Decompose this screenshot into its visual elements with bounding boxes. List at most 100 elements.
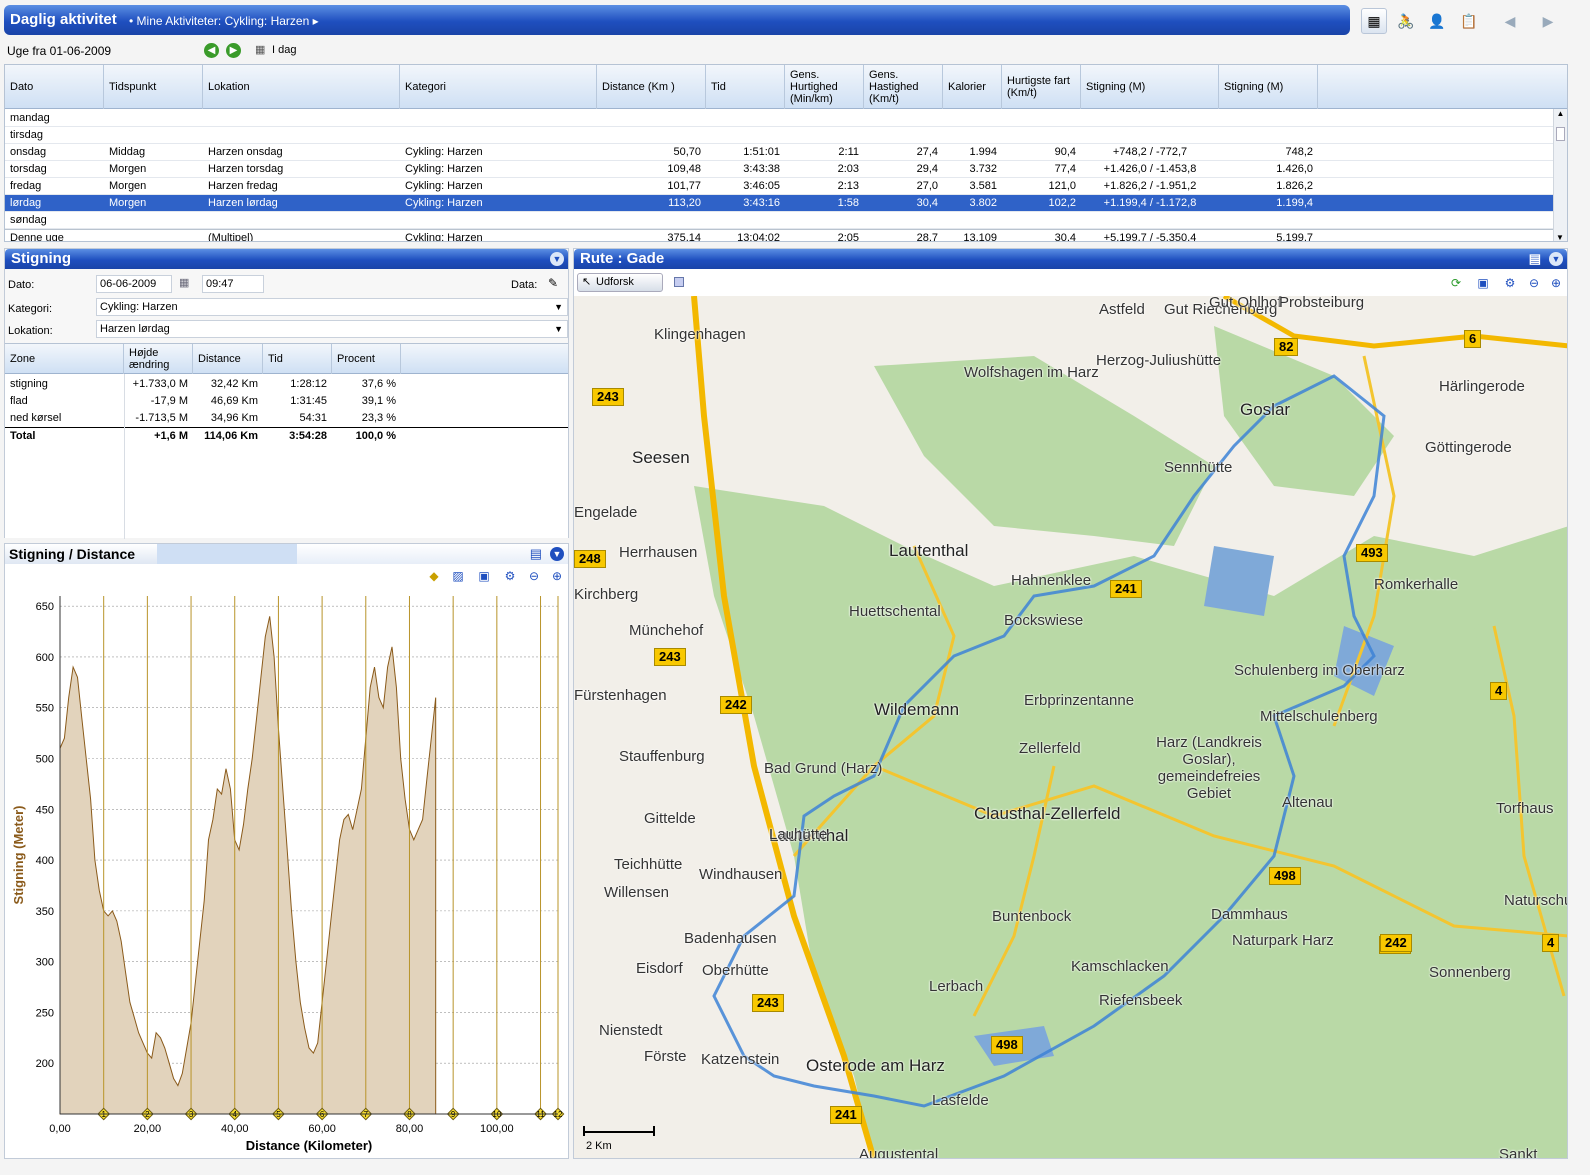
breadcrumb-text[interactable]: Mine Aktiviteter: Cykling: Harzen bbox=[137, 14, 310, 28]
elevation-chart[interactable]: 2002503003504004505005506006501234567891… bbox=[5, 588, 568, 1160]
today-calendar-icon[interactable]: ▦ bbox=[255, 43, 265, 56]
kategori-select[interactable]: Cykling: Harzen ▼ bbox=[96, 298, 568, 316]
hojde-col[interactable]: Højde ændring bbox=[124, 344, 193, 374]
cyclist-icon[interactable]: 🚴 bbox=[1393, 8, 1419, 34]
cell-stig2: 1.199,4 bbox=[1276, 197, 1313, 209]
collapse-icon[interactable]: ▼ bbox=[550, 252, 564, 266]
table-row[interactable]: lørdag Morgen Harzen lørdag Cykling: Harzen… bbox=[5, 195, 1555, 212]
chart-type-icon[interactable]: ▨ bbox=[450, 568, 466, 584]
cell-dato: onsdag bbox=[10, 146, 47, 158]
col-stigning-2[interactable]: Stigning (M) bbox=[1219, 65, 1318, 109]
col-kategori[interactable]: Kategori bbox=[400, 65, 597, 109]
edit-pencil-icon[interactable]: ✎ bbox=[548, 276, 558, 290]
settings-icon[interactable]: ⚙ bbox=[502, 568, 518, 584]
cell-fart: 77,4 bbox=[1054, 163, 1076, 175]
table-row[interactable]: Denne uge (Multipel) Cykling: Harzen 375,14… bbox=[5, 229, 1555, 242]
collapse-icon[interactable]: ▼ bbox=[1549, 252, 1563, 266]
map-label: Erbprinzentanne bbox=[1024, 692, 1135, 709]
table-row[interactable]: søndag bbox=[5, 212, 1555, 229]
col-stigning-1[interactable]: Stigning (M) bbox=[1081, 65, 1219, 109]
forward-arrow-icon[interactable]: ▶ bbox=[1535, 8, 1561, 34]
chart-tab[interactable]: Stigning / Distance bbox=[5, 544, 157, 564]
settings-icon[interactable]: ⚙ bbox=[1502, 275, 1518, 291]
zone-col[interactable]: Zone bbox=[5, 344, 124, 374]
x-tick-label: 20,00 bbox=[134, 1123, 162, 1135]
zone-cell-zone: Total bbox=[10, 430, 36, 442]
map-label: Wildemann bbox=[874, 700, 960, 719]
lokation-select[interactable]: Harzen lørdag ▼ bbox=[96, 320, 568, 338]
cell-dato: tirsdag bbox=[10, 129, 44, 141]
col-hurtigste-fart[interactable]: Hurtigste fart (Km/t) bbox=[1002, 65, 1081, 109]
col-kalorier[interactable]: Kalorier bbox=[943, 65, 1002, 109]
collapse-icon[interactable]: ▼ bbox=[550, 547, 564, 561]
dato-field[interactable]: 06-06-2009 bbox=[96, 275, 172, 293]
col-distance[interactable]: Distance (Km ) bbox=[597, 65, 706, 109]
calendar-icon[interactable]: ▦ bbox=[1361, 8, 1387, 34]
time-field[interactable]: 09:47 bbox=[202, 275, 264, 293]
col-dato[interactable]: Dato bbox=[5, 65, 104, 109]
y-tick-label: 600 bbox=[36, 652, 54, 664]
date-picker-icon[interactable]: ▦ bbox=[179, 276, 189, 289]
zoom-in-icon[interactable]: ⊕ bbox=[549, 568, 565, 584]
back-arrow-icon[interactable]: ◀ bbox=[1497, 8, 1523, 34]
route-map[interactable]: 2 Km Astfeld Gut Riechenberg Gut Ohlhof Pro… bbox=[574, 296, 1567, 1158]
zoom-out-icon[interactable]: ⊖ bbox=[526, 568, 542, 584]
scroll-thumb[interactable] bbox=[1556, 127, 1565, 141]
chart-panel: Stigning / Distance ▤ ▼ ◆ ▨ ▣ ⚙ ⊖ ⊕ 200 2… bbox=[4, 543, 569, 1159]
col-lokation[interactable]: Lokation bbox=[203, 65, 400, 109]
prev-week-icon[interactable]: ◀ bbox=[204, 43, 219, 58]
table-row[interactable]: torsdag Morgen Harzen torsdag Cykling: Harz… bbox=[5, 161, 1555, 178]
col-gens-hastighed[interactable]: Gens. Hastighed (Km/t) bbox=[864, 65, 943, 109]
zone-row[interactable]: Total +1,6 M 114,06 Km 3:54:28 100,0 % bbox=[5, 427, 568, 443]
cell-kal: 13.109 bbox=[963, 232, 997, 242]
athlete-icon[interactable]: 👤 bbox=[1424, 8, 1450, 34]
map-label: Härlingerode bbox=[1439, 378, 1525, 395]
map-label: Gut Ohlhof bbox=[1209, 296, 1282, 311]
square-icon[interactable] bbox=[674, 277, 684, 287]
breadcrumb[interactable]: • Mine Aktiviteter: Cykling: Harzen ▸ bbox=[129, 14, 319, 28]
zone-row[interactable]: stigning +1.733,0 M 32,42 Km 1:28:12 37,6 % bbox=[5, 376, 568, 392]
map-panel-title: Rute : Gade bbox=[580, 250, 665, 267]
chevron-down-icon[interactable]: ▼ bbox=[554, 321, 563, 337]
zoom-out-icon[interactable]: ⊖ bbox=[1526, 275, 1542, 291]
stigning-panel-title: Stigning bbox=[11, 250, 71, 267]
udforsk-label: Udforsk bbox=[596, 276, 634, 288]
map-label: Katzenstein bbox=[701, 1051, 780, 1068]
distance-col[interactable]: Distance bbox=[193, 344, 263, 374]
zone-row[interactable]: ned kørsel -1.713,5 M 34,96 Km 54:31 23,3 % bbox=[5, 410, 568, 426]
save-icon[interactable]: ▣ bbox=[476, 568, 492, 584]
scroll-up-icon[interactable]: ▲ bbox=[1554, 109, 1567, 121]
col-tidspunkt[interactable]: Tidspunkt bbox=[104, 65, 203, 109]
today-button[interactable]: I dag bbox=[272, 44, 296, 56]
save-icon[interactable]: ▣ bbox=[1475, 275, 1491, 291]
procent-col[interactable]: Procent bbox=[332, 344, 401, 374]
col-gens-hurtighed[interactable]: Gens. Hurtighed (Min/km) bbox=[785, 65, 864, 109]
refresh-icon[interactable]: ⟳ bbox=[1448, 275, 1464, 291]
map-label: Windhausen bbox=[699, 866, 783, 883]
udforsk-button[interactable]: ↖ Udforsk bbox=[577, 273, 663, 292]
cell-stig2: 1.826,2 bbox=[1276, 180, 1313, 192]
table-row[interactable]: tirsdag bbox=[5, 127, 1555, 144]
table-row[interactable]: onsdag Middag Harzen onsdag Cykling: Harzen… bbox=[5, 144, 1555, 161]
road-shield: 4 bbox=[1542, 934, 1560, 952]
next-week-icon[interactable]: ▶ bbox=[226, 43, 241, 58]
chart-tab-2[interactable] bbox=[157, 544, 297, 564]
chevron-down-icon[interactable]: ▼ bbox=[554, 299, 563, 315]
table-row[interactable]: fredag Morgen Harzen fredag Cykling: Harzen… bbox=[5, 178, 1555, 195]
report-icon[interactable]: 📋 bbox=[1456, 8, 1482, 34]
table-row[interactable]: mandag bbox=[5, 110, 1555, 127]
zone-cell-hojde: -1.713,5 M bbox=[135, 412, 188, 424]
scroll-down-icon[interactable]: ▼ bbox=[1554, 233, 1566, 241]
table-scrollbar[interactable]: ▲ ▼ bbox=[1553, 109, 1567, 241]
map-label: Hahnenklee bbox=[1011, 572, 1092, 589]
map-label: Lasfelde bbox=[932, 1092, 989, 1109]
zoom-in-icon[interactable]: ⊕ bbox=[1548, 275, 1564, 291]
marker-diamond-icon[interactable]: ◆ bbox=[426, 568, 442, 584]
cell-hast: 27,0 bbox=[916, 180, 938, 192]
zone-row[interactable]: flad -17,9 M 46,69 Km 1:31:45 39,1 % bbox=[5, 393, 568, 409]
cell-kat: Cykling: Harzen bbox=[405, 146, 483, 158]
tid-col[interactable]: Tid bbox=[263, 344, 332, 374]
col-tid[interactable]: Tid bbox=[706, 65, 785, 109]
layout-icon[interactable]: ▤ bbox=[1529, 251, 1541, 267]
layout-icon[interactable]: ▤ bbox=[530, 546, 542, 562]
